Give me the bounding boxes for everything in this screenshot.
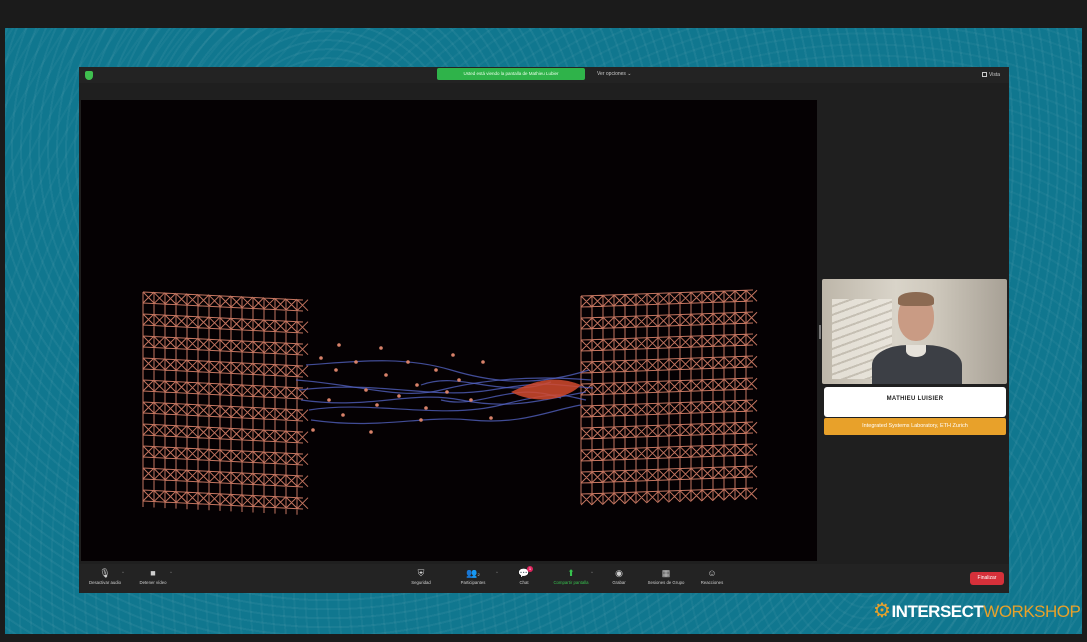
participants-icon: 👥2 xyxy=(466,568,480,578)
participant-hair xyxy=(898,292,934,306)
participants-label: Participantes xyxy=(460,580,486,585)
phonon-dot xyxy=(319,356,323,360)
share-screen-icon: ⬆ xyxy=(567,568,575,578)
record-button[interactable]: ◉ Grabar xyxy=(595,568,643,587)
breakout-rooms-label: Sesiones de Grupo xyxy=(647,580,685,585)
breakout-rooms-icon: ▦ xyxy=(661,568,671,578)
breakout-rooms-button[interactable]: ▦ Sesiones de Grupo xyxy=(642,568,690,587)
share-screen-button[interactable]: ⬆ Compartir pantalla xyxy=(547,568,595,587)
participant-affiliation: Integrated Systems Laboratory, ETH Zuric… xyxy=(824,418,1006,435)
right-contact-lattice xyxy=(580,289,758,506)
phonon-dot xyxy=(327,398,331,402)
reactions-label: Reacciones xyxy=(700,580,724,585)
chat-button[interactable]: 💬 1 Chat xyxy=(500,566,548,587)
left-contact-lattice xyxy=(142,291,309,515)
phonon-dot xyxy=(375,403,379,407)
reactions-button[interactable]: ☺ Reacciones xyxy=(688,568,736,587)
phonon-dot xyxy=(397,394,401,398)
logo-text-workshop: WORKSHOP xyxy=(983,602,1081,621)
phonon-dot xyxy=(384,373,388,377)
phonon-dot xyxy=(419,418,423,422)
mute-audio-label: Desactivar audio xyxy=(88,580,121,585)
participant-video[interactable] xyxy=(822,279,1007,384)
shield-icon: ⛨ xyxy=(417,568,425,578)
gear-logo-icon: ⚙ xyxy=(873,600,891,622)
view-button[interactable]: Vista xyxy=(982,72,1000,78)
nanowire-simulation-image xyxy=(142,289,758,515)
record-label: Grabar xyxy=(612,580,626,585)
end-meeting-button[interactable]: Finalizar xyxy=(970,572,1004,585)
share-screen-label: Compartir pantalla xyxy=(553,580,589,585)
participants-button[interactable]: 👥2 Participantes xyxy=(449,568,497,587)
phonon-dot xyxy=(424,406,428,410)
security-button[interactable]: ⛨ Seguridad xyxy=(397,568,445,587)
phonon-dot xyxy=(469,398,473,402)
record-icon: ◉ xyxy=(615,568,623,578)
phonon-dot xyxy=(481,360,485,364)
phonon-dot xyxy=(406,360,410,364)
phonon-dot xyxy=(341,413,345,417)
phonon-dot xyxy=(364,388,368,392)
chat-icon: 💬 xyxy=(518,568,530,578)
phonon-dot xyxy=(451,353,455,357)
screen-share-banner[interactable]: Usted está viendo la pantalla de Mathieu… xyxy=(437,68,585,80)
zoom-meeting-window: Usted está viendo la pantalla de Mathieu… xyxy=(79,67,1009,593)
phonon-dot xyxy=(489,416,493,420)
chat-badge: 1 xyxy=(527,566,533,572)
panel-resize-handle[interactable] xyxy=(819,325,821,339)
logo-text-intersect: INTERSECT xyxy=(891,602,984,621)
participant-nameplate: MATHIEU LUISIER xyxy=(824,387,1006,417)
participants-caret-icon[interactable]: ^ xyxy=(496,570,498,575)
phonon-dot xyxy=(369,430,373,434)
intersect-workshop-logo: ⚙INTERSECTWORKSHOP xyxy=(873,598,1081,624)
shared-screen xyxy=(81,100,817,561)
window-frame: Usted está viendo la pantalla de Mathieu… xyxy=(0,0,1087,642)
phonon-dot xyxy=(354,360,358,364)
phonon-dot xyxy=(311,428,315,432)
participant-collar xyxy=(906,345,926,357)
left-contact-lattice-mesh xyxy=(142,291,309,515)
grid-view-icon xyxy=(982,72,987,78)
stop-video-label: Detener vídeo xyxy=(139,580,167,585)
view-button-label: Vista xyxy=(989,72,1001,78)
audio-options-caret-icon[interactable]: ^ xyxy=(122,570,124,575)
electron-trajectory xyxy=(310,404,582,425)
meeting-toolbar: 🎙 Desactivar audio ^ ■ Detener vídeo ^ ⛨… xyxy=(79,564,1009,593)
reactions-icon: ☺ xyxy=(707,568,717,578)
phonon-dot xyxy=(337,343,341,347)
security-label: Seguridad xyxy=(411,580,431,585)
phonon-dot xyxy=(334,368,338,372)
view-options-dropdown[interactable]: Ver opciones ⌄ xyxy=(597,69,632,79)
share-caret-icon[interactable]: ^ xyxy=(591,570,593,575)
video-options-caret-icon[interactable]: ^ xyxy=(170,570,172,575)
phonon-dot xyxy=(379,346,383,350)
phonon-dot xyxy=(415,383,419,387)
right-contact-lattice-mesh xyxy=(580,289,758,506)
chat-label: Chat xyxy=(519,580,529,585)
phonon-dot xyxy=(434,368,438,372)
phonon-dot xyxy=(457,378,461,382)
participants-count: 2 xyxy=(477,572,480,577)
participant-name: MATHIEU LUISIER xyxy=(886,396,944,402)
encryption-shield-icon[interactable] xyxy=(85,71,93,80)
phonon-dot xyxy=(445,390,449,394)
meeting-top-bar: Usted está viendo la pantalla de Mathieu… xyxy=(79,67,1009,83)
